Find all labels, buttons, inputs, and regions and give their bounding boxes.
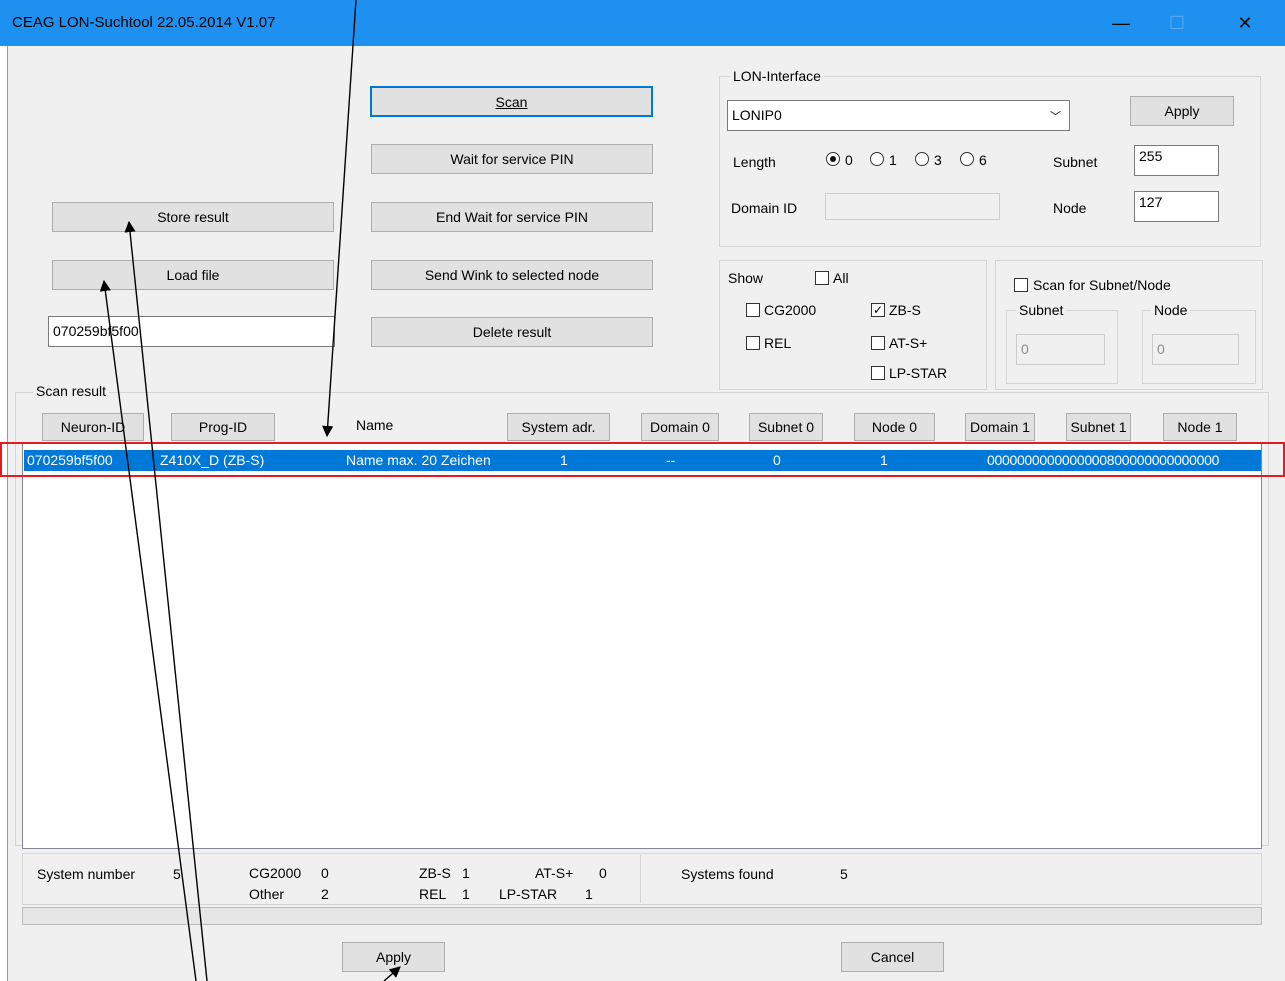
status-ats-value: 0 [599, 865, 607, 881]
status-other-value: 2 [321, 886, 329, 902]
length-radio-0-label: 0 [845, 152, 853, 168]
load-file-button[interactable]: Load file [52, 260, 334, 290]
maximize-button[interactable]: ☐ [1154, 0, 1200, 46]
show-rel-label: REL [764, 335, 792, 351]
status-lpstar-value: 1 [585, 886, 593, 902]
neuron-id-field[interactable]: 070259bf5f00 [48, 316, 335, 347]
window-title: CEAG LON-Suchtool 22.05.2014 V1.07 [12, 14, 276, 31]
annotation-highlight-box [0, 442, 1285, 477]
status-ats-label: AT-S+ [535, 865, 574, 881]
domain-id-label: Domain ID [731, 200, 798, 216]
scan-subnet-field[interactable]: 0 [1016, 334, 1105, 365]
show-lpstar-checkbox[interactable] [871, 366, 885, 380]
cancel-button[interactable]: Cancel [841, 942, 944, 972]
systems-found-label: Systems found [681, 866, 774, 882]
scan-button[interactable]: Scan [370, 86, 653, 117]
node-field[interactable]: 127 [1134, 191, 1219, 222]
show-ats-checkbox[interactable] [871, 336, 885, 350]
show-lpstar-label: LP-STAR [889, 365, 948, 381]
column-header-domain0[interactable]: Domain 0 [641, 413, 719, 441]
column-header-subnet0[interactable]: Subnet 0 [749, 413, 823, 441]
minimize-button[interactable]: — [1098, 0, 1144, 46]
column-header-subnet1[interactable]: Subnet 1 [1066, 413, 1131, 441]
scan-node-legend: Node [1151, 302, 1191, 318]
show-zbs-label: ZB-S [889, 302, 921, 318]
length-label: Length [733, 154, 776, 170]
show-all-checkbox[interactable] [815, 271, 829, 285]
length-radio-1-label: 1 [889, 152, 897, 168]
system-number-label: System number [37, 866, 136, 882]
length-radio-3[interactable] [915, 152, 929, 166]
column-header-node0[interactable]: Node 0 [854, 413, 935, 441]
status-cg2000-value: 0 [321, 865, 329, 881]
status-divider [640, 855, 641, 903]
length-radio-1[interactable] [870, 152, 884, 166]
scan-node-field[interactable]: 0 [1152, 334, 1239, 365]
status-zbs-value: 1 [462, 865, 470, 881]
status-other-label: Other [249, 886, 285, 902]
show-cg2000-label: CG2000 [764, 302, 817, 318]
check-icon: ✓ [872, 303, 884, 317]
length-radio-6[interactable] [960, 152, 974, 166]
scan-subnet-legend: Subnet [1016, 302, 1067, 318]
title-bar: CEAG LON-Suchtool 22.05.2014 V1.07 — ☐ ✕ [0, 0, 1285, 46]
scan-result-list[interactable] [22, 443, 1262, 849]
send-wink-button[interactable]: Send Wink to selected node [371, 260, 653, 290]
subnet-field[interactable]: 255 [1134, 145, 1219, 176]
status-rel-label: REL [419, 886, 447, 902]
scan-button-label: Scan [495, 93, 528, 110]
domain-id-field[interactable] [825, 193, 1000, 220]
column-header-name[interactable]: Name [356, 417, 393, 433]
column-header-prog-id[interactable]: Prog-ID [171, 413, 275, 441]
length-radio-0[interactable] [826, 152, 840, 166]
subnet-label: Subnet [1053, 154, 1098, 170]
status-rel-value: 1 [462, 886, 470, 902]
show-cg2000-checkbox[interactable] [746, 303, 760, 317]
end-wait-service-pin-button[interactable]: End Wait for service PIN [371, 202, 653, 232]
wait-service-pin-button[interactable]: Wait for service PIN [371, 144, 653, 174]
node-label: Node [1053, 200, 1087, 216]
column-header-system-adr[interactable]: System adr. [507, 413, 610, 441]
show-all-label: All [833, 270, 849, 286]
apply-button[interactable]: Apply [342, 942, 445, 972]
column-header-node1[interactable]: Node 1 [1163, 413, 1237, 441]
length-radio-6-label: 6 [979, 152, 987, 168]
store-result-button[interactable]: Store result [52, 202, 334, 232]
progress-bar [22, 907, 1262, 925]
interface-apply-button[interactable]: Apply [1130, 96, 1234, 126]
show-ats-label: AT-S+ [889, 335, 928, 351]
scan-subnet-node-label: Scan for Subnet/Node [1033, 277, 1171, 293]
scan-result-legend: Scan result [33, 383, 110, 399]
interface-select-value: LONIP0 [732, 107, 782, 123]
column-header-neuron-id[interactable]: Neuron-ID [42, 413, 144, 441]
status-cg2000-label: CG2000 [249, 865, 302, 881]
status-zbs-label: ZB-S [419, 865, 451, 881]
lon-interface-legend: LON-Interface [730, 68, 824, 84]
column-header-domain1[interactable]: Domain 1 [965, 413, 1035, 441]
close-button[interactable]: ✕ [1222, 0, 1268, 46]
show-rel-checkbox[interactable] [746, 336, 760, 350]
show-zbs-checkbox[interactable]: ✓ [871, 303, 885, 317]
interface-select[interactable]: LONIP0 ﹀ [727, 100, 1070, 131]
chevron-down-icon: ﹀ [1050, 111, 1061, 123]
system-number-value: 5 [173, 866, 181, 882]
status-lpstar-label: LP-STAR [499, 886, 558, 902]
status-panel [22, 853, 1262, 905]
length-radio-3-label: 3 [934, 152, 942, 168]
delete-result-button[interactable]: Delete result [371, 317, 653, 347]
systems-found-value: 5 [840, 866, 848, 882]
show-label: Show [728, 270, 764, 286]
scan-subnet-node-checkbox[interactable] [1014, 278, 1028, 292]
